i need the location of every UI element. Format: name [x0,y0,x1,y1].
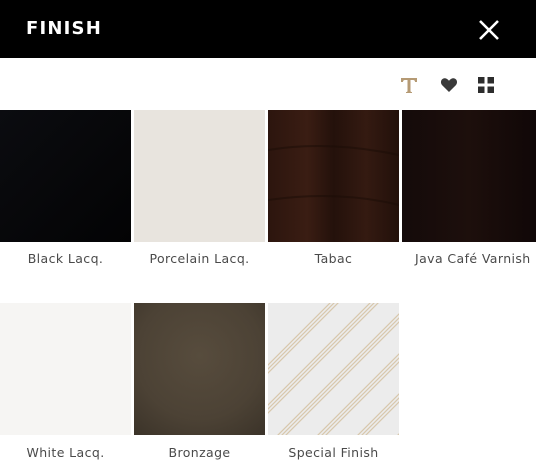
text-t-icon[interactable] [400,76,418,94]
swatch-label: Black Lacq. [27,251,104,266]
swatch-special-finish[interactable] [268,303,399,435]
swatch-label: Bronzage [168,445,231,460]
panel-header: FINISH [0,0,536,58]
swatch-porcelain-lacq[interactable] [134,110,265,242]
swatch-label: Porcelain Lacq. [149,251,250,266]
swatch-label: Tabac [314,251,353,266]
close-icon[interactable] [478,19,500,41]
swatch-black-lacq[interactable] [0,110,131,242]
panel-title: FINISH [26,18,102,39]
swatch-label: White Lacq. [26,445,105,460]
swatch-tabac[interactable] [268,110,399,242]
grid-icon[interactable] [477,76,495,94]
swatch-label: Java Café Varnish [415,251,531,266]
swatch-java-cafe-varnish[interactable] [402,110,536,242]
swatch-bronzage[interactable] [134,303,265,435]
swatch-label: Special Finish [288,445,379,460]
swatch-white-lacq[interactable] [0,303,131,435]
view-toolbar [0,58,536,110]
heart-icon[interactable] [440,76,458,94]
